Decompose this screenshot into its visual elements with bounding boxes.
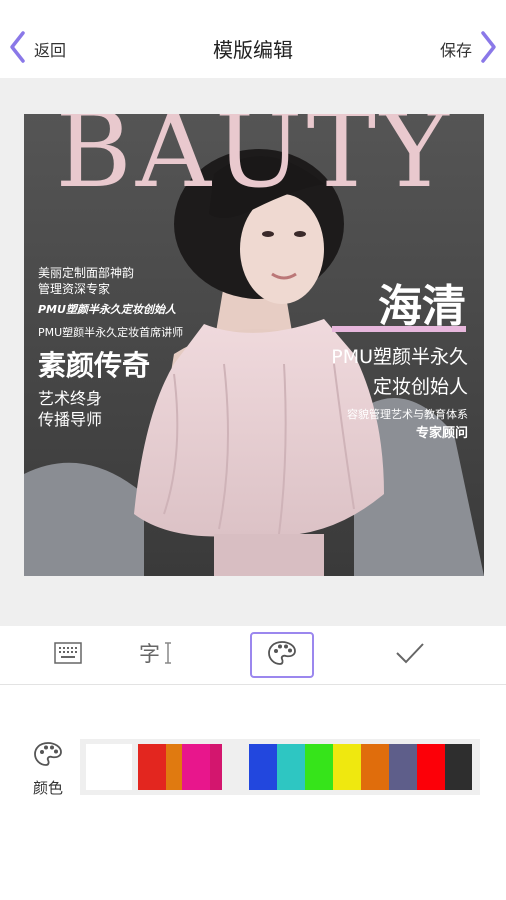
page-title: 模版编辑 (213, 38, 293, 62)
poster-right-line1[interactable]: PMU塑颜半永久 (331, 342, 468, 369)
color-swatch-crimson[interactable] (210, 744, 222, 790)
poster-right-line3[interactable]: 容貌管理艺术与教育体系 (347, 406, 468, 422)
color-swatch-red[interactable] (138, 744, 166, 790)
keyboard-icon (53, 641, 83, 669)
text-style-icon: 字 (138, 639, 174, 671)
color-swatch-slate[interactable] (389, 744, 417, 790)
poster-masthead[interactable]: BAUTY (24, 114, 484, 202)
save-button[interactable]: 保存 (440, 30, 498, 68)
tool-text-style[interactable]: 字 (124, 632, 188, 678)
tool-confirm[interactable] (378, 632, 442, 678)
poster-preview[interactable]: BAUTY 美丽定制面部神韵 管理资深专家 PMU塑颜半永久定妆创始人 PMU塑… (24, 114, 484, 576)
checkmark-icon (394, 641, 426, 669)
palette-icon (267, 640, 297, 670)
color-swatch-blue[interactable] (249, 744, 277, 790)
color-panel: 颜色 (0, 685, 506, 900)
palette-icon (33, 742, 63, 771)
poster-left-headline[interactable]: 素颜传奇 (38, 344, 150, 384)
color-swatch-dark-orange[interactable] (361, 744, 389, 790)
edit-toolbar: 字 (0, 626, 506, 685)
svg-text:字: 字 (139, 642, 160, 666)
poster-right-line4[interactable]: 专家顾问 (416, 422, 468, 441)
tool-keyboard[interactable] (36, 632, 100, 678)
poster-right-underline (332, 326, 466, 332)
color-swatch-green[interactable] (305, 744, 333, 790)
save-label: 保存 (439, 41, 472, 60)
tool-color[interactable] (250, 632, 314, 678)
color-swatch-bright-red[interactable] (417, 744, 445, 790)
poster-left-line1[interactable]: 美丽定制面部神韵 (38, 264, 134, 281)
poster-right-line2[interactable]: 定妆创始人 (373, 372, 468, 399)
poster-left-line2[interactable]: 管理资深专家 (38, 280, 110, 297)
color-swatch-teal[interactable] (277, 744, 305, 790)
color-swatch-yellow[interactable] (333, 744, 361, 790)
color-swatch-black[interactable] (445, 744, 472, 790)
color-swatch-orange[interactable] (166, 744, 182, 790)
color-swatch-white[interactable] (86, 744, 132, 790)
poster-left-sub2[interactable]: 传播导师 (38, 406, 102, 430)
poster-left-line4[interactable]: PMU塑颜半永久定妆首席讲师 (38, 324, 183, 340)
color-swatch-magenta[interactable] (182, 744, 210, 790)
top-nav-bar: 返回 模版编辑 保存 (0, 0, 506, 79)
poster-left-line3[interactable]: PMU塑颜半永久定妆创始人 (38, 301, 176, 317)
canvas-area: BAUTY 美丽定制面部神韵 管理资深专家 PMU塑颜半永久定妆创始人 PMU塑… (0, 78, 506, 626)
color-swatch-strip (80, 739, 480, 795)
chevron-right-icon (480, 30, 498, 68)
color-label: 颜色 (26, 741, 70, 798)
color-label-text: 颜色 (32, 779, 63, 797)
poster-right-name[interactable]: 海清 (378, 270, 466, 334)
